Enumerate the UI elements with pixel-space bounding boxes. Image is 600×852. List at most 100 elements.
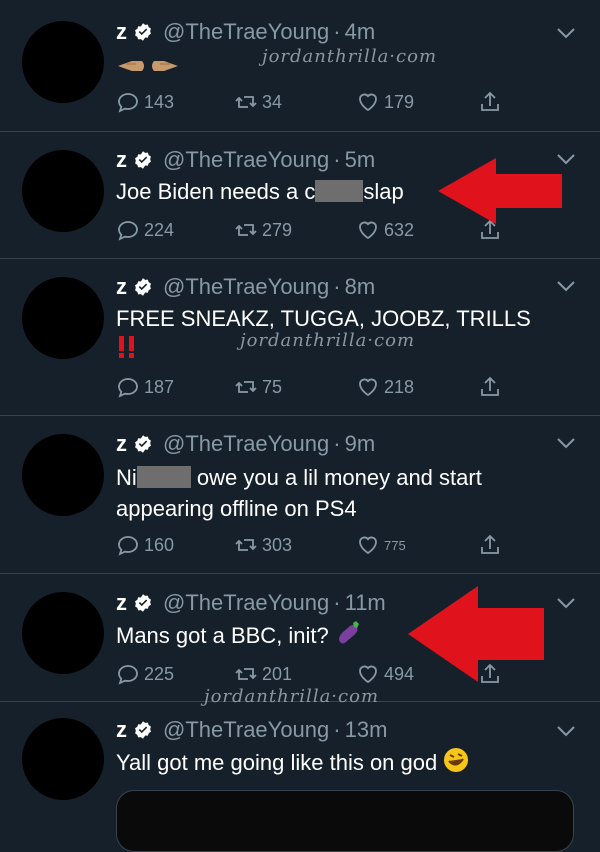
verified-badge-icon (135, 278, 151, 296)
retweet-button[interactable]: 201 (234, 662, 292, 686)
user-handle[interactable]: @TheTraeYoung (163, 717, 329, 743)
like-icon (359, 378, 377, 397)
display-name[interactable]: z (116, 431, 127, 457)
chevron-down-icon[interactable] (556, 279, 576, 293)
tweet-header: z @TheTraeYoung · 13m (116, 715, 387, 745)
like-icon (359, 93, 377, 112)
like-icon (359, 221, 377, 240)
like-button[interactable]: 218 (356, 375, 414, 399)
avatar[interactable] (22, 592, 104, 674)
tweet-3[interactable]: z @TheTraeYoung · 8m FREE SNEAKZ, TUGGA,… (0, 259, 600, 416)
chevron-down-icon[interactable] (556, 724, 576, 738)
like-button[interactable]: 632 (356, 218, 414, 242)
retweet-count: 34 (262, 91, 283, 112)
display-name[interactable]: z (116, 274, 127, 300)
retweet-button[interactable]: 279 (234, 218, 292, 242)
media-preview[interactable] (116, 790, 574, 852)
like-button[interactable]: 179 (356, 90, 414, 114)
verified-badge-icon (135, 594, 151, 612)
reply-count: 187 (144, 376, 175, 397)
like-count: 179 (384, 91, 415, 112)
tweet-header: z @TheTraeYoung · 8m (116, 272, 375, 302)
reply-count: 224 (144, 219, 175, 240)
like-button[interactable]: 494 (356, 662, 414, 686)
watermark: jordanthrilla·com (262, 46, 438, 67)
verified-badge-icon (135, 721, 151, 739)
watermark: jordanthrilla·com (240, 330, 416, 351)
user-handle[interactable]: @TheTraeYoung (163, 431, 329, 457)
tweet-5[interactable]: z @TheTraeYoung · 11m Mans got a BBC, in… (0, 574, 600, 707)
reply-count: 143 (144, 91, 175, 112)
retweet-button[interactable]: 75 (234, 375, 282, 399)
rofl-emoji (443, 747, 469, 781)
avatar[interactable] (22, 718, 104, 800)
tweet-text-start: Ni (116, 465, 137, 490)
separator: · (333, 590, 341, 615)
redaction-box (136, 466, 191, 488)
tweet-text-body: Mans got a BBC, init? (116, 623, 329, 648)
user-handle[interactable]: @TheTraeYoung (163, 590, 329, 616)
retweet-count: 75 (262, 376, 283, 397)
tweet-time[interactable]: 13m (345, 717, 388, 743)
chevron-down-icon[interactable] (556, 596, 576, 610)
separator: · (333, 274, 341, 299)
tweet-1[interactable]: z @TheTraeYoung · 4m 143 34 179 jordanth… (0, 0, 600, 132)
avatar[interactable] (22, 150, 104, 232)
reply-count: 160 (144, 534, 175, 555)
display-name[interactable]: z (116, 717, 127, 743)
tweet-time[interactable]: 9m (345, 431, 376, 457)
reply-button[interactable]: 224 (116, 218, 174, 242)
tweet-time[interactable]: 4m (345, 19, 376, 45)
chevron-down-icon[interactable] (556, 26, 576, 40)
tweet-6[interactable]: z @TheTraeYoung · 13m Yall got me going … (0, 702, 600, 852)
separator: · (333, 147, 341, 172)
avatar[interactable] (22, 277, 104, 359)
separator: · (333, 717, 341, 742)
retweet-button[interactable]: 303 (234, 533, 292, 557)
retweet-count: 201 (262, 663, 293, 684)
tweet-header: z @TheTraeYoung · 5m (116, 145, 375, 175)
tweet-2[interactable]: z @TheTraeYoung · 5m Joe Biden needs a c… (0, 132, 600, 259)
like-icon (359, 536, 377, 555)
like-count: 632 (384, 219, 415, 240)
reply-button[interactable]: 143 (116, 90, 174, 114)
tweet-4[interactable]: z @TheTraeYoung · 9m Ni owe you a lil mo… (0, 416, 600, 574)
share-button[interactable] (478, 90, 506, 114)
avatar[interactable] (22, 434, 104, 516)
share-button[interactable] (478, 375, 506, 399)
tweet-header: z @TheTraeYoung · 9m (116, 429, 375, 459)
user-handle[interactable]: @TheTraeYoung (163, 19, 329, 45)
retweet-icon (235, 381, 257, 393)
retweet-count: 279 (262, 219, 293, 240)
retweet-icon (235, 96, 257, 108)
display-name[interactable]: z (116, 147, 127, 173)
reply-button[interactable]: 160 (116, 533, 174, 557)
user-handle[interactable]: @TheTraeYoung (163, 147, 329, 173)
double-exclamation-emoji (116, 335, 138, 367)
display-name[interactable]: z (116, 590, 127, 616)
reply-icon (118, 536, 138, 556)
share-icon (481, 534, 499, 554)
retweet-icon (235, 668, 257, 680)
red-arrow (438, 158, 562, 224)
tweet-time[interactable]: 5m (345, 147, 376, 173)
tweet-actions: 143 34 179 (116, 90, 516, 118)
reply-button[interactable]: 225 (116, 662, 174, 686)
tweet-text-start: Joe Biden needs a c (116, 179, 316, 204)
retweet-icon (235, 539, 257, 551)
share-button[interactable] (478, 533, 506, 557)
retweet-icon (235, 224, 257, 236)
avatar[interactable] (22, 21, 104, 103)
chevron-down-icon[interactable] (556, 436, 576, 450)
tweet-time[interactable]: 8m (345, 274, 376, 300)
display-name[interactable]: z (116, 19, 127, 45)
redaction-box (315, 180, 364, 202)
reply-button[interactable]: 187 (116, 375, 174, 399)
tweet-text: Ni owe you a lil money and start appeari… (116, 462, 546, 524)
reply-icon (118, 93, 138, 113)
user-handle[interactable]: @TheTraeYoung (163, 274, 329, 300)
retweet-button[interactable]: 34 (234, 90, 282, 114)
like-button[interactable]: 775 (356, 533, 406, 557)
tweet-time[interactable]: 11m (345, 590, 386, 616)
tweet-text: Yall got me going like this on god (116, 747, 556, 781)
